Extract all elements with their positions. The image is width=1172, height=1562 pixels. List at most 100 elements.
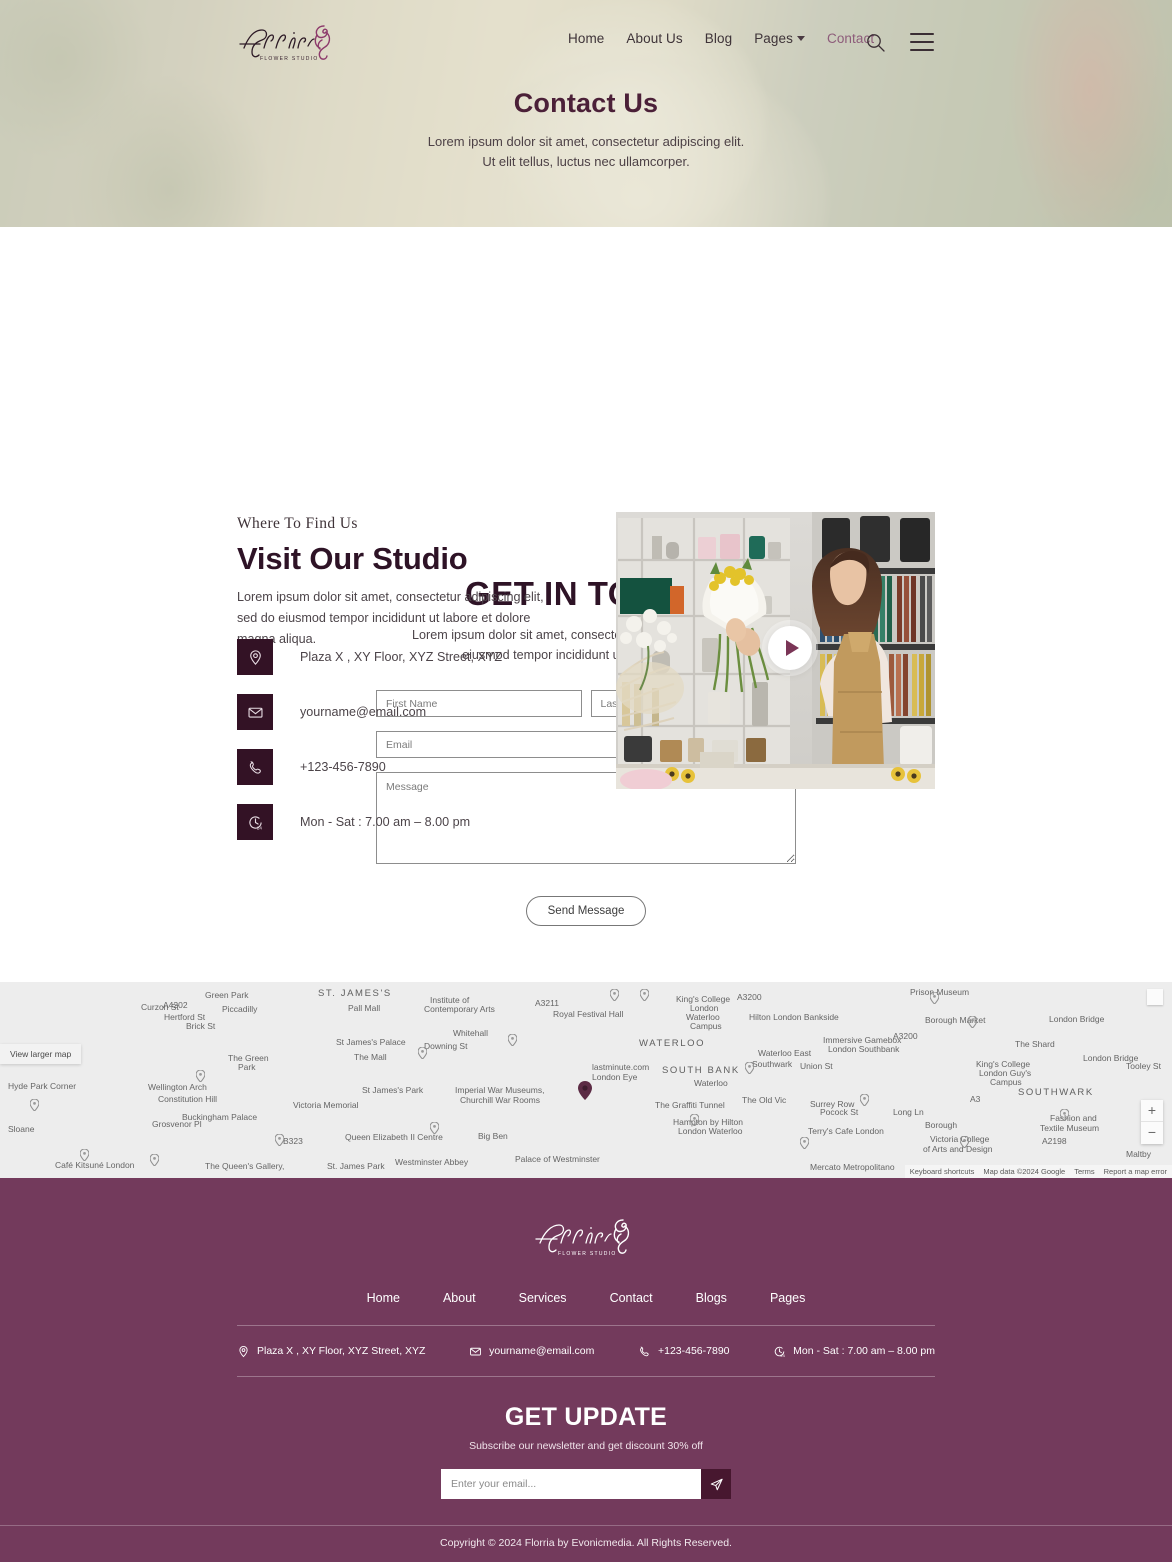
nav-item-pages[interactable]: Pages	[754, 31, 805, 46]
footer-logo[interactable]: FLOWER STUDIO	[534, 1212, 638, 1265]
map-poi-pin-icon[interactable]	[196, 1070, 205, 1083]
map-label: A2198	[1042, 1136, 1067, 1147]
map-poi-pin-icon[interactable]	[30, 1099, 39, 1112]
nav-item-blog[interactable]: Blog	[705, 31, 732, 46]
map-poi-pin-icon[interactable]	[930, 992, 939, 1005]
map-label: London Southbank	[828, 1044, 900, 1055]
nav-item-about-us[interactable]: About Us	[626, 31, 682, 46]
map-label: Brick St	[186, 1021, 216, 1032]
map-poi-pin-icon[interactable]	[640, 989, 649, 1002]
map-label: The Old Vic	[742, 1095, 787, 1106]
map-label: Mercato Metropolitano	[810, 1162, 895, 1173]
map-poi-pin-icon[interactable]	[800, 1137, 809, 1150]
map-label: Churchill War Rooms	[460, 1095, 540, 1106]
copyright-bar: Copyright © 2024 Florria by Evonicmedia.…	[0, 1525, 1172, 1562]
contact-info-email[interactable]: yourname@email.com	[237, 689, 502, 735]
map-label: Hyde Park Corner	[8, 1081, 77, 1092]
send-message-button[interactable]: Send Message	[525, 896, 647, 927]
footer-nav-services[interactable]: Services	[519, 1291, 567, 1305]
map-label: Café Kitsuné London	[55, 1160, 135, 1171]
map-poi-pin-icon[interactable]	[508, 1034, 517, 1047]
play-button[interactable]	[768, 626, 812, 670]
phone-icon	[640, 1346, 649, 1357]
map-poi-pin-icon[interactable]	[745, 1062, 754, 1075]
hero-section: FLOWER STUDIO Home About Us Blog Pages C…	[0, 0, 1172, 227]
map-label: St James's Park	[362, 1085, 424, 1096]
clock-24-icon: 24	[237, 804, 273, 840]
map-poi-pin-icon[interactable]	[690, 1114, 699, 1127]
map-zoom-controls[interactable]: + −	[1141, 1100, 1163, 1145]
footer-contact-phone[interactable]: +123-456-7890	[638, 1345, 730, 1358]
map-poi-pin-icon[interactable]	[275, 1134, 284, 1147]
footer-nav-blogs[interactable]: Blogs	[696, 1291, 727, 1305]
map-poi-pin-icon[interactable]	[430, 1122, 439, 1135]
visit-studio-section: Where To Find Us Visit Our Studio Lorem …	[0, 227, 1172, 840]
site-header: FLOWER STUDIO Home About Us Blog Pages C…	[0, 0, 1172, 82]
map-label: The Mall	[354, 1052, 387, 1063]
location-map[interactable]: Green Park ST. JAMES'S Institute of Contemp…	[0, 982, 1172, 1179]
map-label: Maltby	[1126, 1149, 1152, 1160]
site-logo[interactable]: FLOWER STUDIO	[238, 18, 338, 64]
map-label: Grosvenor Pl	[152, 1119, 202, 1130]
footer-contact-email[interactable]: yourname@email.com	[469, 1345, 594, 1358]
play-icon	[785, 640, 799, 656]
map-poi-pin-icon[interactable]	[150, 1154, 159, 1167]
svg-text:24: 24	[256, 825, 262, 830]
phone-icon	[237, 749, 273, 785]
map-poi-pin-icon[interactable]	[80, 1149, 89, 1162]
footer-nav-pages[interactable]: Pages	[770, 1291, 805, 1305]
studio-video-thumbnail[interactable]	[616, 512, 935, 789]
map-label: Borough	[925, 1120, 958, 1131]
map-poi-pin-icon[interactable]	[1060, 1109, 1069, 1122]
map-label: SOUTHWARK	[1018, 1087, 1094, 1099]
footer-nav-about[interactable]: About	[443, 1291, 476, 1305]
hamburger-icon[interactable]	[910, 33, 934, 51]
site-footer: FLOWER STUDIO Home About Services Contac…	[0, 1178, 1172, 1562]
newsletter-section: GET UPDATE Subscribe our newsletter and …	[0, 1377, 1172, 1500]
page-title: Contact Us	[513, 88, 659, 118]
map-label: Whitehall	[453, 1028, 488, 1039]
map-label: Hilton London Bankside	[749, 1012, 839, 1023]
newsletter-submit-button[interactable]	[701, 1469, 731, 1500]
map-keyboard-shortcuts[interactable]: Keyboard shortcuts	[910, 1167, 975, 1176]
contact-info-hours[interactable]: 24 Mon - Sat : 7.00 am – 8.00 pm	[237, 799, 502, 845]
map-terms-link[interactable]: Terms	[1074, 1167, 1094, 1176]
map-label: Textile Museum	[1040, 1123, 1100, 1134]
map-label: Downing St	[424, 1041, 468, 1052]
footer-nav-contact[interactable]: Contact	[610, 1291, 653, 1305]
footer-nav-home[interactable]: Home	[367, 1291, 400, 1305]
map-label: St James's Palace	[336, 1037, 406, 1048]
map-poi-pin-icon[interactable]	[610, 989, 619, 1002]
map-label: Terry's Cafe London	[808, 1126, 884, 1137]
footer-contact-hours[interactable]: 24 Mon - Sat : 7.00 am – 8.00 pm	[773, 1345, 935, 1358]
map-poi-pin-icon[interactable]	[960, 1136, 969, 1149]
map-canvas[interactable]: Green Park ST. JAMES'S Institute of Contemp…	[0, 982, 1172, 1179]
map-poi-pin-icon[interactable]	[860, 1094, 869, 1107]
nav-item-home[interactable]: Home	[568, 31, 604, 46]
logo-tagline: FLOWER STUDIO	[260, 56, 319, 62]
map-poi-pin-icon[interactable]	[968, 1016, 977, 1029]
map-poi-pin-icon[interactable]	[418, 1047, 427, 1060]
map-report-error-link[interactable]: Report a map error	[1104, 1167, 1167, 1176]
view-larger-map-link[interactable]: View larger map	[0, 1044, 82, 1065]
map-zoom-in-button[interactable]: +	[1141, 1100, 1163, 1123]
footer-navigation[interactable]: Home About Services Contact Blogs Pages	[0, 1291, 1172, 1305]
map-label: Queen Elizabeth II Centre	[345, 1132, 443, 1143]
contact-info-address[interactable]: Plaza X , XY Floor, XYZ Street, XYZ	[237, 634, 502, 680]
map-location-marker[interactable]	[578, 1081, 592, 1101]
map-label: London Waterloo	[678, 1126, 743, 1137]
map-attribution: Keyboard shortcuts Map data ©2024 Google…	[904, 1165, 1172, 1179]
main-navigation[interactable]: Home About Us Blog Pages Contact	[568, 31, 874, 46]
map-zoom-out-button[interactable]: −	[1141, 1122, 1163, 1144]
newsletter-email-input[interactable]	[441, 1469, 701, 1500]
newsletter-heading: GET UPDATE	[504, 1403, 668, 1432]
envelope-icon	[470, 1347, 482, 1356]
footer-contact-address[interactable]: Plaza X , XY Floor, XYZ Street, XYZ	[237, 1345, 425, 1358]
map-label: Wellington Arch	[148, 1082, 207, 1093]
chevron-down-icon	[796, 36, 805, 41]
map-label: Big Ben	[478, 1131, 508, 1142]
contact-info-phone[interactable]: +123-456-7890	[237, 744, 502, 790]
search-icon[interactable]	[866, 33, 885, 52]
map-label: St. James Park	[327, 1161, 385, 1172]
map-fullscreen-button[interactable]	[1147, 989, 1163, 1006]
